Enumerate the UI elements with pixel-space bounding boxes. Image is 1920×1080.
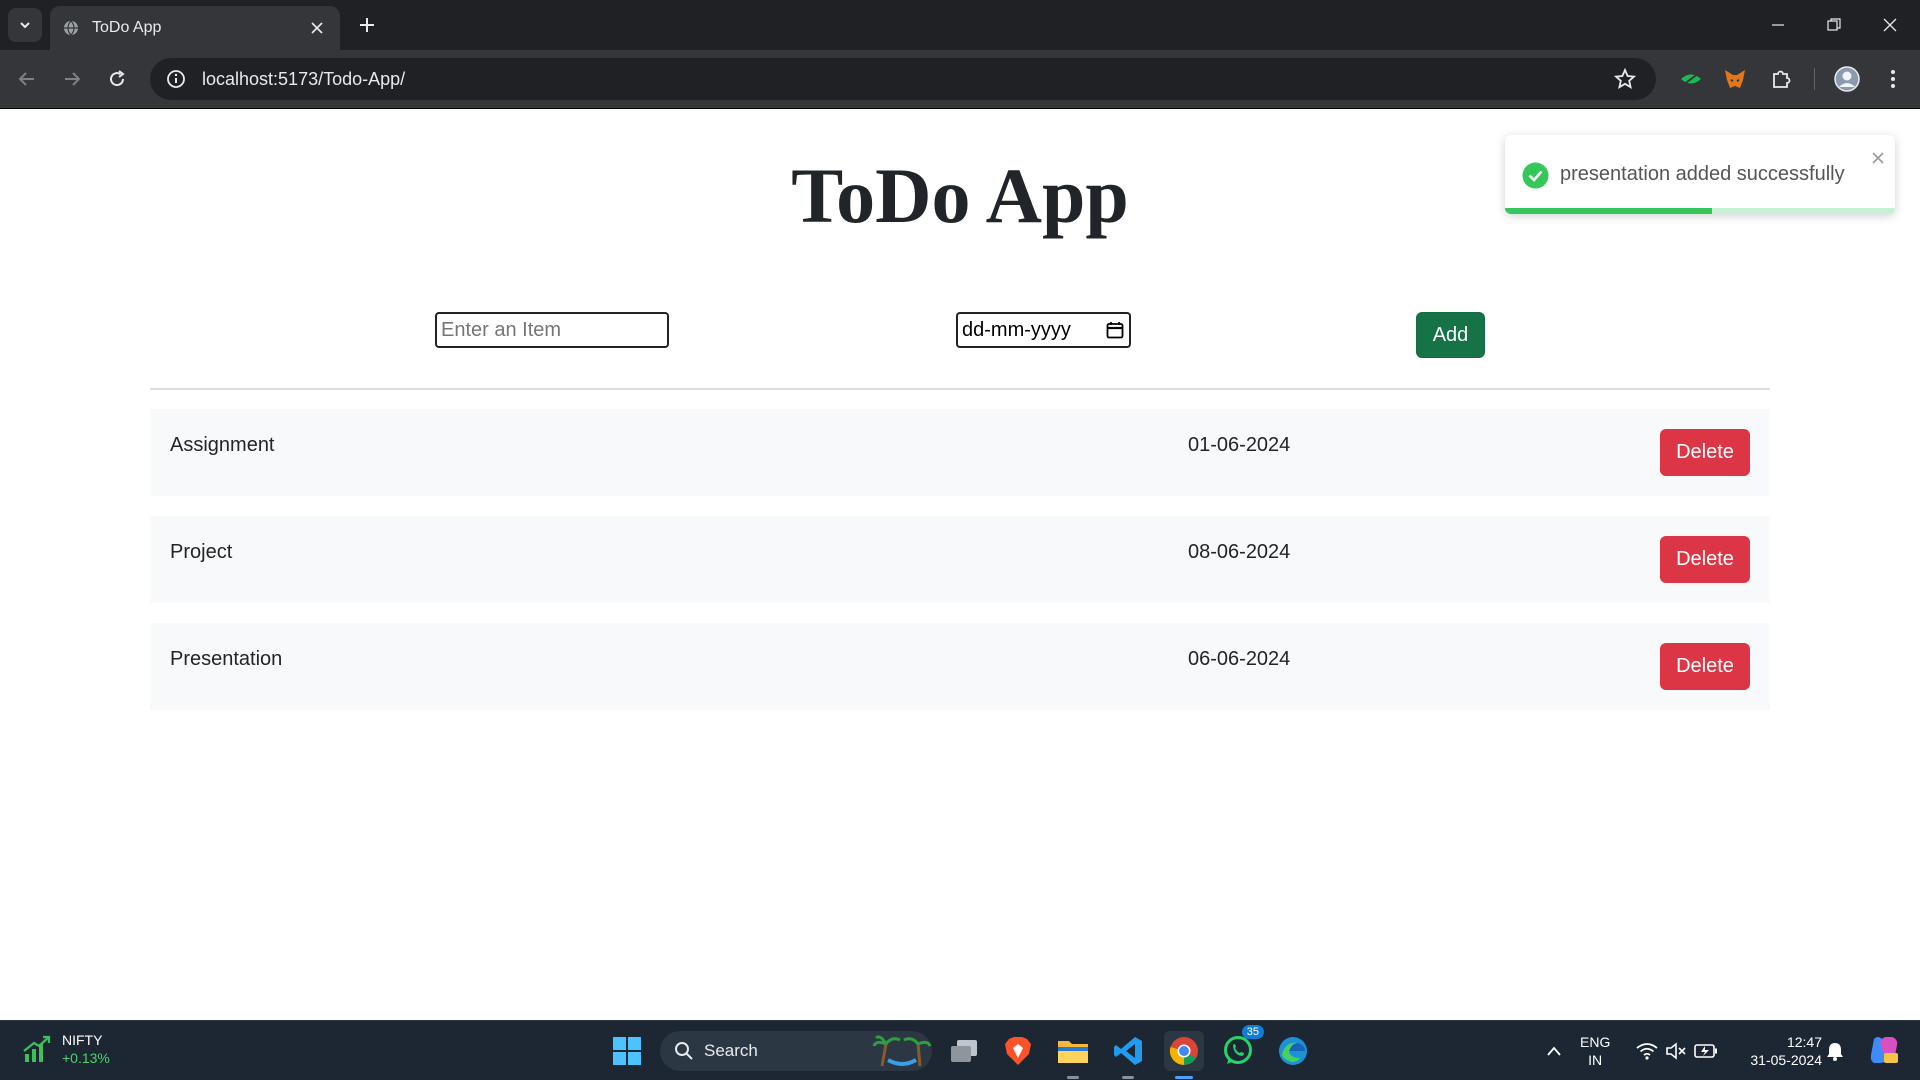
bookmark-star-icon[interactable] [1610,64,1640,94]
globe-icon [62,19,80,37]
taskbar-search[interactable]: Search [660,1031,932,1071]
check-circle-icon [1522,162,1549,189]
date-placeholder: dd-mm-yyyy [962,318,1071,341]
tab-title: ToDo App [92,19,162,36]
calendar-icon[interactable] [1105,320,1125,340]
taskbar: NIFTY +0.13% Search 35 ENG IN 12:47 31-0… [0,1020,1920,1080]
bell-icon[interactable] [1823,1039,1847,1063]
divider [150,388,1770,390]
todo-row: Assignment 01-06-2024 Delete [150,409,1770,496]
reload-icon [110,70,125,87]
toast-notification: presentation added successfully [1505,135,1895,214]
task-view-icon[interactable] [944,1031,984,1071]
clock-time: 12:47 [1786,1034,1822,1050]
restore-button[interactable] [1806,0,1862,50]
extensions-puzzle-icon[interactable] [1766,64,1796,94]
speaker-muted-icon[interactable] [1664,1039,1688,1063]
back-button[interactable] [10,62,44,96]
kebab-menu-icon[interactable] [1878,64,1908,94]
item-input[interactable] [435,312,669,348]
running-indicator [1067,1076,1079,1079]
todo-name: Presentation [170,648,283,670]
delete-button[interactable]: Delete [1660,536,1750,583]
wifi-icon[interactable] [1635,1039,1659,1063]
notification-badge: 35 [1241,1025,1264,1039]
language-indicator[interactable]: ENG IN [1580,1033,1610,1069]
file-explorer-icon[interactable] [1053,1031,1093,1079]
add-button[interactable]: Add [1416,312,1485,358]
page-content: ToDo App dd-mm-yyyy Add Assignment 01-06… [0,109,1920,1020]
site-info-icon[interactable] [164,67,188,91]
brave-browser-icon[interactable] [998,1031,1038,1071]
copilot-icon[interactable] [1867,1033,1901,1067]
browser-tab[interactable]: ToDo App [50,6,340,50]
chrome-icon[interactable] [1164,1031,1204,1079]
browser-toolbar: localhost:5173/Todo-App/ [0,50,1920,109]
widget-value: +0.13% [62,1050,110,1066]
new-tab-button[interactable] [352,10,382,40]
minimize-button[interactable] [1750,0,1806,50]
minimize-icon [1772,24,1784,26]
running-indicator [1122,1076,1134,1079]
chevron-down-icon [20,22,30,29]
delete-button[interactable]: Delete [1660,643,1750,690]
clock-date: 31-05-2024 [1750,1052,1822,1068]
whatsapp-icon[interactable]: 35 [1218,1025,1264,1071]
date-input[interactable]: dd-mm-yyyy [956,312,1131,348]
close-icon[interactable] [1869,149,1887,167]
close-icon [1883,18,1897,32]
region-code: IN [1588,1052,1603,1068]
plus-icon [360,18,374,32]
address-bar[interactable]: localhost:5173/Todo-App/ [150,58,1656,100]
arrow-left-icon [18,72,34,86]
url-text: localhost:5173/Todo-App/ [202,68,406,89]
reload-button[interactable] [100,62,134,96]
stock-widget[interactable]: NIFTY +0.13% [22,1031,110,1067]
todo-date: 01-06-2024 [1188,434,1291,456]
language-code: ENG [1580,1034,1611,1050]
close-window-button[interactable] [1862,0,1918,50]
todo-row: Presentation 06-06-2024 Delete [150,623,1770,710]
widget-name: NIFTY [62,1032,103,1048]
close-tab-icon[interactable] [306,17,328,39]
tab-search-button[interactable] [8,8,42,42]
metamask-fox-icon[interactable] [1720,64,1750,94]
profile-avatar[interactable] [1832,64,1862,94]
toolbar-separator [1814,68,1815,90]
running-indicator [1175,1076,1193,1079]
toast-message: presentation added successfully [1560,163,1845,185]
todo-row: Project 08-06-2024 Delete [150,516,1770,603]
forward-button[interactable] [55,62,89,96]
todo-name: Assignment [170,434,275,456]
windows-start-icon[interactable] [607,1031,647,1071]
stock-chart-icon [23,1035,51,1062]
edge-browser-icon[interactable] [1273,1031,1313,1071]
delete-button[interactable]: Delete [1660,429,1750,476]
todo-date: 06-06-2024 [1188,648,1291,670]
palm-tree-icon [872,1035,932,1067]
restore-icon [1827,18,1841,31]
todo-date: 08-06-2024 [1188,541,1291,563]
search-label: Search [704,1041,758,1060]
eye-extension-icon[interactable] [1676,64,1706,94]
system-clock[interactable]: 12:47 31-05-2024 [1732,1033,1822,1069]
todo-name: Project [170,541,233,563]
chevron-up-icon[interactable] [1542,1039,1566,1063]
toast-progress-bar [1505,208,1712,214]
search-icon [675,1042,693,1060]
arrow-right-icon [65,72,81,86]
browser-tab-strip: ToDo App [0,0,1920,50]
vscode-icon[interactable] [1108,1031,1148,1079]
battery-charging-icon[interactable] [1694,1039,1718,1063]
